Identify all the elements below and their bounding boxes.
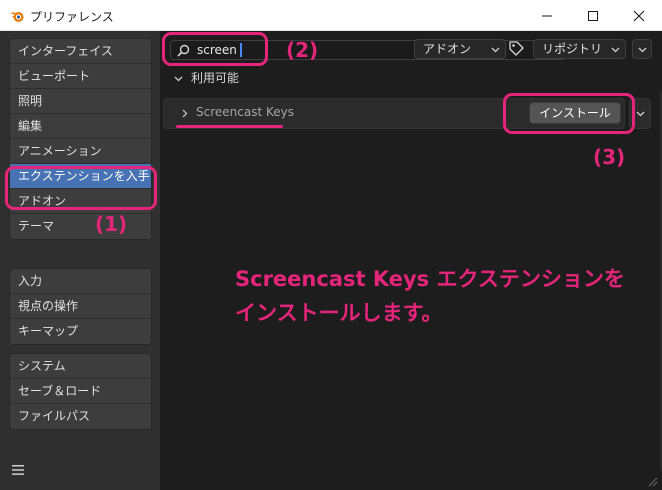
section-available[interactable]: 利用可能 bbox=[174, 69, 239, 87]
hamburger-icon[interactable] bbox=[11, 463, 25, 477]
window-title: プリファレンス bbox=[30, 10, 114, 24]
sidebar-item-themes[interactable]: テーマ bbox=[10, 214, 151, 239]
title-bar: プリファレンス bbox=[0, 0, 662, 31]
sidebar-item-animation[interactable]: アニメーション bbox=[10, 139, 151, 164]
highlight-search bbox=[162, 32, 268, 66]
annotation-label-3: (3) bbox=[593, 145, 626, 169]
sidebar: インターフェイス ビューポート 照明 編集 アニメーション エクステンションを入… bbox=[0, 31, 160, 490]
extension-name: Screencast Keys bbox=[196, 105, 294, 119]
options-menu-button[interactable] bbox=[632, 39, 652, 59]
type-filter-dropdown[interactable]: アドオン bbox=[414, 39, 506, 59]
chevron-down-icon bbox=[638, 47, 646, 52]
sidebar-item-keymap[interactable]: キーマップ bbox=[10, 319, 151, 344]
sidebar-item-navigation[interactable]: 視点の操作 bbox=[10, 294, 151, 319]
highlight-install bbox=[503, 93, 635, 134]
blender-logo-icon bbox=[10, 12, 24, 22]
sidebar-item-lights[interactable]: 照明 bbox=[10, 89, 151, 114]
sidebar-item-interface[interactable]: インターフェイス bbox=[10, 39, 151, 64]
type-filter-value: アドオン bbox=[423, 42, 472, 56]
sidebar-group-system: システム セーブ＆ロード ファイルパス bbox=[9, 353, 152, 430]
resize-grip-icon[interactable] bbox=[646, 475, 658, 487]
minimize-button[interactable] bbox=[524, 0, 570, 31]
sidebar-item-editing[interactable]: 編集 bbox=[10, 114, 151, 139]
sidebar-item-file-paths[interactable]: ファイルパス bbox=[10, 404, 151, 429]
sidebar-item-system[interactable]: システム bbox=[10, 354, 151, 379]
tag-icon[interactable] bbox=[508, 40, 525, 57]
highlight-get-extensions bbox=[5, 166, 157, 210]
maximize-icon bbox=[588, 10, 598, 21]
underline-extension-name bbox=[176, 125, 283, 128]
annotation-note: Screencast Keys エクステンションを インストールします。 bbox=[235, 262, 625, 330]
annotation-note-line-2: インストールします。 bbox=[235, 301, 443, 325]
close-icon bbox=[633, 10, 645, 21]
annotation-label-1: (1) bbox=[95, 212, 128, 236]
chevron-down-icon bbox=[636, 111, 644, 117]
maximize-button[interactable] bbox=[570, 0, 616, 31]
chevron-down-icon bbox=[174, 76, 183, 82]
sidebar-item-input[interactable]: 入力 bbox=[10, 269, 151, 294]
sidebar-item-viewport[interactable]: ビューポート bbox=[10, 64, 151, 89]
chevron-down-icon bbox=[611, 47, 620, 53]
sidebar-item-save-load[interactable]: セーブ＆ロード bbox=[10, 379, 151, 404]
repository-filter-dropdown[interactable]: リポジトリ bbox=[533, 39, 626, 59]
repository-filter-value: リポジトリ bbox=[542, 42, 603, 56]
minimize-icon bbox=[542, 15, 552, 16]
annotation-note-line-1: Screencast Keys エクステンションを bbox=[235, 267, 625, 291]
close-window-button[interactable] bbox=[616, 0, 662, 31]
chevron-right-icon[interactable] bbox=[180, 109, 189, 118]
chevron-down-icon bbox=[491, 47, 500, 53]
section-label: 利用可能 bbox=[191, 71, 240, 85]
sidebar-group-input: 入力 視点の操作 キーマップ bbox=[9, 268, 152, 345]
annotation-label-2: (2) bbox=[286, 38, 319, 62]
